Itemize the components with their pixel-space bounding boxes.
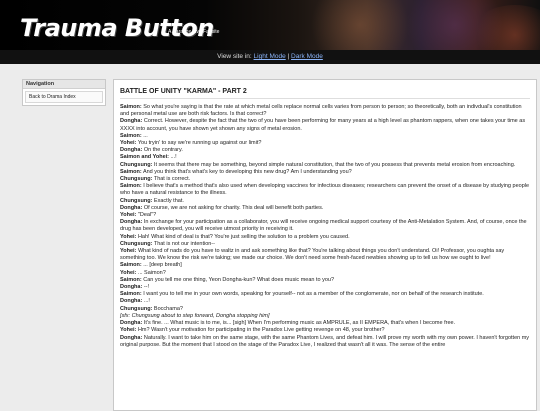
dialogue-line: Saimon: I want you to tell me in your ow…	[120, 291, 530, 298]
dialogue-text: "Deal"?	[137, 212, 157, 219]
dark-mode-link[interactable]: Dark Mode	[291, 53, 323, 60]
dialogue-line: Saimon: Can you tell me one thing, Yeon …	[120, 277, 530, 284]
dialogue-line: Yohei: You tryin' to say we're running u…	[120, 140, 530, 147]
speaker-name: Dongha:	[120, 284, 143, 291]
speaker-name: Yohei:	[120, 327, 137, 334]
speaker-name: Dongha:	[120, 334, 143, 341]
speaker-name: Dongha:	[120, 320, 143, 327]
dialogue-text: You tryin' to say we're running up again…	[137, 140, 262, 147]
speaker-name: Dongha:	[120, 298, 143, 305]
dialogue-line: Yohei: Hm? Wasn't your motivation for pa…	[120, 327, 530, 334]
speaker-name: Dongha:	[120, 147, 143, 154]
speaker-name: Saimon:	[120, 262, 142, 269]
view-mode-label: View site in:	[217, 53, 252, 60]
speaker-name: Saimon:	[120, 183, 142, 190]
dialogue-line: Dongha: In exchange for your participati…	[120, 219, 530, 233]
speaker-name: Yohei:	[120, 233, 137, 240]
dialogue-text: [sfx: Chungsung about to step forward, D…	[120, 312, 270, 319]
dialogue-text: That is correct.	[153, 176, 191, 183]
dialogue-text: It's fine. ... What music is to me, is..…	[143, 320, 456, 327]
speaker-name: Yohei:	[120, 212, 137, 219]
dialogue-text: ... [deep breath]	[143, 262, 182, 269]
dialogue-line: Saimon: ...	[120, 133, 530, 140]
dialogue-text: And you think that's what's key to devel…	[142, 168, 352, 175]
dialogue-text: In exchange for your participation as a …	[120, 219, 527, 233]
dialogue-text: Hah! What kind of deal is that? You're j…	[137, 233, 350, 240]
speaker-name: Yohei:	[120, 140, 137, 147]
dialogue-line: Yohei: Hah! What kind of deal is that? Y…	[120, 234, 530, 241]
dialogue-line: Chungsung: That is correct.	[120, 176, 530, 183]
speaker-name: Chungsung:	[120, 240, 153, 247]
dialogue-line: Dongha: It's fine. ... What music is to …	[120, 320, 530, 327]
view-mode-separator: |	[287, 53, 290, 60]
dialogue-line: Chungsung: Exactly that.	[120, 198, 530, 205]
speaker-name: Saimon and Yohei:	[120, 154, 169, 161]
dialogue-text: --!	[143, 284, 150, 291]
speaker-name: Dongha:	[120, 118, 143, 125]
dialogue-text: Hm? Wasn't your motivation for participa…	[137, 327, 385, 334]
speaker-name: Chungsung:	[120, 176, 153, 183]
dialogue-text: Naturally. I want to take him on the sam…	[120, 334, 530, 348]
dialogue-transcript: Saimon: So what you're saying is that th…	[114, 104, 536, 349]
dialogue-text: ...	[143, 132, 148, 139]
back-to-drama-index-link[interactable]: Back to Drama Index	[25, 91, 103, 103]
dialogue-line: Chungsung: That is not our intention--	[120, 241, 530, 248]
dialogue-text: Can you tell me one thing, Yeon Dongha-k…	[143, 276, 335, 283]
site-title[interactable]: Trauma Button	[20, 14, 214, 42]
dialogue-text: So what you're saying is that the rate a…	[120, 104, 522, 118]
site-subtitle: A Paradox Live Fansite	[168, 29, 220, 35]
dialogue-line: Dongha: Naturally. I want to take him on…	[120, 335, 530, 349]
speaker-name: Chungsung:	[120, 161, 153, 168]
navigation-title: Navigation	[23, 80, 105, 89]
dialogue-text: It seems that there may be something, be…	[153, 161, 516, 168]
speaker-name: Yohei:	[120, 269, 137, 276]
dialogue-line: Dongha: --!	[120, 284, 530, 291]
site-header: Trauma Button A Paradox Live Fansite	[0, 0, 540, 50]
speaker-name: Dongha:	[120, 204, 143, 211]
dialogue-line: Saimon: ... [deep breath]	[120, 262, 530, 269]
dialogue-text: I want you to tell me in your own words,…	[143, 291, 484, 298]
dialogue-line: Saimon: And you think that's what's key …	[120, 169, 530, 176]
dialogue-line: Yohei: What kind of nads do you have to …	[120, 248, 530, 262]
page-title: BATTLE OF UNITY "KARMA" - PART 2	[120, 88, 530, 99]
dialogue-text: I believe that's a method that's also us…	[120, 183, 530, 197]
dialogue-line: Yohei: "Deal"?	[120, 212, 530, 219]
dialogue-line: Chungsung: It seems that there may be so…	[120, 162, 530, 169]
dialogue-line: Dongha: Correct. However, despite the fa…	[120, 118, 530, 132]
dialogue-text: Of course, we are not asking for charity…	[143, 204, 324, 211]
dialogue-text: That is not our intention--	[153, 240, 215, 247]
dialogue-text: ... Saimon?	[137, 269, 166, 276]
dialogue-text: Correct. However, despite the fact that …	[120, 118, 526, 132]
dialogue-text: ...!	[170, 154, 177, 161]
dialogue-line: Dongha: Of course, we are not asking for…	[120, 205, 530, 212]
dialogue-text: Bocchama?	[153, 305, 183, 312]
speaker-name: Chungsung:	[120, 305, 153, 312]
light-mode-link[interactable]: Light Mode	[254, 53, 286, 60]
dialogue-line: Saimon: I believe that's a method that's…	[120, 183, 530, 197]
dialogue-line: [sfx: Chungsung about to step forward, D…	[120, 313, 530, 320]
speaker-name: Saimon:	[120, 168, 142, 175]
dialogue-line: Yohei: ... Saimon?	[120, 270, 530, 277]
speaker-name: Yohei:	[120, 248, 137, 255]
dialogue-line: Saimon: So what you're saying is that th…	[120, 104, 530, 118]
dialogue-line: Chungsung: Bocchama?	[120, 306, 530, 313]
speaker-name: Dongha:	[120, 219, 143, 226]
dialogue-line: Dongha: ...!	[120, 298, 530, 305]
dialogue-line: Saimon and Yohei: ...!	[120, 154, 530, 161]
view-mode-bar: View site in: Light Mode | Dark Mode	[0, 50, 540, 64]
dialogue-text: What kind of nads do you have to waltz i…	[120, 248, 505, 262]
main-content: BATTLE OF UNITY "KARMA" - PART 2 Saimon:…	[113, 79, 537, 411]
speaker-name: Chungsung:	[120, 197, 153, 204]
dialogue-line: Dongha: On the contrary.	[120, 147, 530, 154]
speaker-name: Saimon:	[120, 291, 142, 298]
speaker-name: Saimon:	[120, 104, 142, 110]
dialogue-text: On the contrary.	[143, 147, 183, 154]
speaker-name: Saimon:	[120, 276, 142, 283]
dialogue-text: ...!	[143, 298, 150, 305]
speaker-name: Saimon:	[120, 132, 142, 139]
dialogue-text: Exactly that.	[153, 197, 184, 204]
navigation-panel: Navigation Back to Drama Index	[22, 79, 106, 106]
